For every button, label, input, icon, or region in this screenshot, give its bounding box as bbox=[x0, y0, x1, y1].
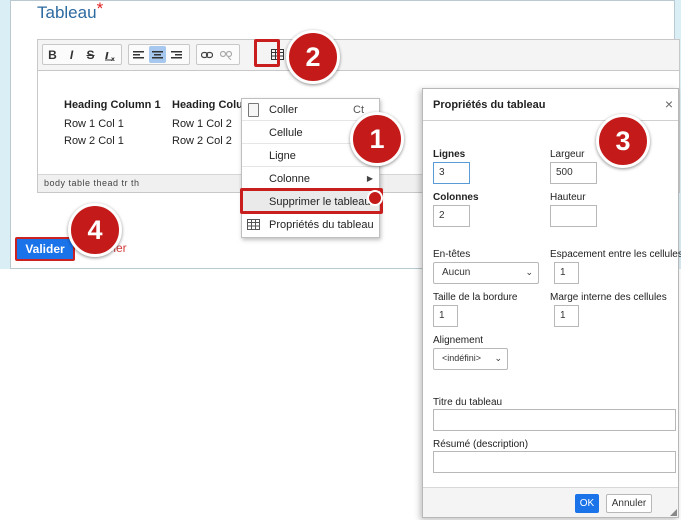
table-header-cell[interactable]: Heading Column 1 bbox=[64, 97, 172, 116]
clipboard-icon bbox=[248, 103, 259, 117]
cell-padding-field[interactable]: 1 bbox=[554, 305, 579, 327]
menu-item-label: Cellule bbox=[269, 127, 303, 139]
align-center-icon bbox=[152, 50, 163, 58]
link-group bbox=[196, 44, 240, 65]
highlight-table-button bbox=[254, 39, 280, 67]
dialog-title: Propriétés du tableau bbox=[433, 99, 546, 111]
highlight-delete-table bbox=[240, 188, 383, 214]
bold-button[interactable]: B bbox=[44, 46, 61, 63]
unlink-button[interactable] bbox=[217, 46, 234, 63]
submenu-arrow-icon: ▶ bbox=[366, 174, 373, 183]
table-properties-icon bbox=[247, 219, 260, 230]
link-button[interactable] bbox=[198, 46, 215, 63]
cancel-button[interactable]: Annuler bbox=[606, 494, 652, 513]
unlink-icon bbox=[219, 50, 232, 60]
menu-item-column[interactable]: Colonne ▶ bbox=[242, 168, 379, 190]
rows-label: Lignes bbox=[433, 149, 466, 160]
headers-label: En-têtes bbox=[433, 249, 471, 260]
width-label: Largeur bbox=[550, 149, 585, 160]
height-field[interactable] bbox=[550, 205, 597, 227]
headers-select-value: Aucun bbox=[442, 267, 471, 278]
step-badge-4: 4 bbox=[68, 203, 122, 257]
step-badge-2: 2 bbox=[286, 30, 340, 84]
submit-button[interactable]: Valider bbox=[15, 237, 75, 261]
required-mark: * bbox=[96, 0, 104, 18]
width-field[interactable]: 500 bbox=[550, 162, 597, 184]
table-cell[interactable]: Row 1 Col 1 bbox=[64, 116, 172, 133]
close-icon[interactable]: × bbox=[665, 96, 673, 112]
alignment-label: Alignement bbox=[433, 335, 484, 346]
format-group: B I S Ix bbox=[42, 44, 122, 65]
align-left-button[interactable] bbox=[130, 46, 147, 63]
caption-label: Titre du tableau bbox=[433, 397, 503, 408]
chevron-down-icon: ⌄ bbox=[494, 353, 502, 363]
align-left-icon bbox=[133, 50, 144, 58]
link-icon bbox=[200, 51, 213, 58]
alignment-select-value: <indéfini> bbox=[442, 353, 482, 363]
svg-text:x: x bbox=[111, 56, 115, 61]
table-cell[interactable]: Row 2 Col 1 bbox=[64, 133, 172, 150]
summary-label: Résumé (description) bbox=[433, 439, 529, 450]
headers-select[interactable]: Aucun ⌄ bbox=[433, 262, 539, 284]
border-size-field[interactable]: 1 bbox=[433, 305, 458, 327]
ok-button[interactable]: OK bbox=[575, 494, 599, 513]
dialog-footer: OK Annuler bbox=[423, 487, 678, 517]
strikethrough-button[interactable]: S bbox=[82, 46, 99, 63]
chevron-down-icon: ⌄ bbox=[525, 267, 533, 277]
columns-label: Colonnes bbox=[433, 192, 479, 203]
cell-spacing-field[interactable]: 1 bbox=[554, 262, 579, 284]
cell-padding-label: Marge interne des cellules bbox=[550, 292, 667, 303]
field-title: Tableau* bbox=[37, 0, 104, 23]
dialog-header: Propriétés du tableau × bbox=[423, 89, 678, 121]
alignment-select[interactable]: <indéfini> ⌄ bbox=[433, 348, 508, 370]
editor-toolbar: B I S Ix bbox=[38, 40, 679, 71]
menu-item-label: Ligne bbox=[269, 150, 296, 162]
step-badge-3: 3 bbox=[596, 114, 650, 168]
align-group bbox=[128, 44, 190, 65]
clear-format-icon: Ix bbox=[104, 51, 115, 61]
summary-field[interactable] bbox=[433, 451, 676, 473]
cell-spacing-label: Espacement entre les cellules bbox=[550, 249, 681, 260]
align-center-button[interactable] bbox=[149, 46, 166, 63]
caption-field[interactable] bbox=[433, 409, 676, 431]
menu-item-label: Propriétés du tableau bbox=[269, 219, 374, 231]
height-label: Hauteur bbox=[550, 192, 586, 203]
align-right-button[interactable] bbox=[168, 46, 185, 63]
border-size-label: Taille de la bordure bbox=[433, 292, 518, 303]
marker-dot bbox=[367, 190, 383, 206]
step-badge-1: 1 bbox=[350, 112, 404, 166]
resize-grip-icon[interactable] bbox=[670, 509, 677, 516]
columns-field[interactable]: 2 bbox=[433, 205, 470, 227]
menu-item-label: Coller bbox=[269, 104, 298, 116]
align-right-icon bbox=[171, 50, 182, 58]
field-title-text: Tableau bbox=[37, 3, 97, 22]
clear-format-button[interactable]: Ix bbox=[101, 46, 118, 63]
menu-item-label: Colonne bbox=[269, 173, 310, 185]
menu-item-table-properties[interactable]: Propriétés du tableau bbox=[242, 214, 379, 236]
italic-button[interactable]: I bbox=[63, 46, 80, 63]
rows-field[interactable]: 3 bbox=[433, 162, 470, 184]
